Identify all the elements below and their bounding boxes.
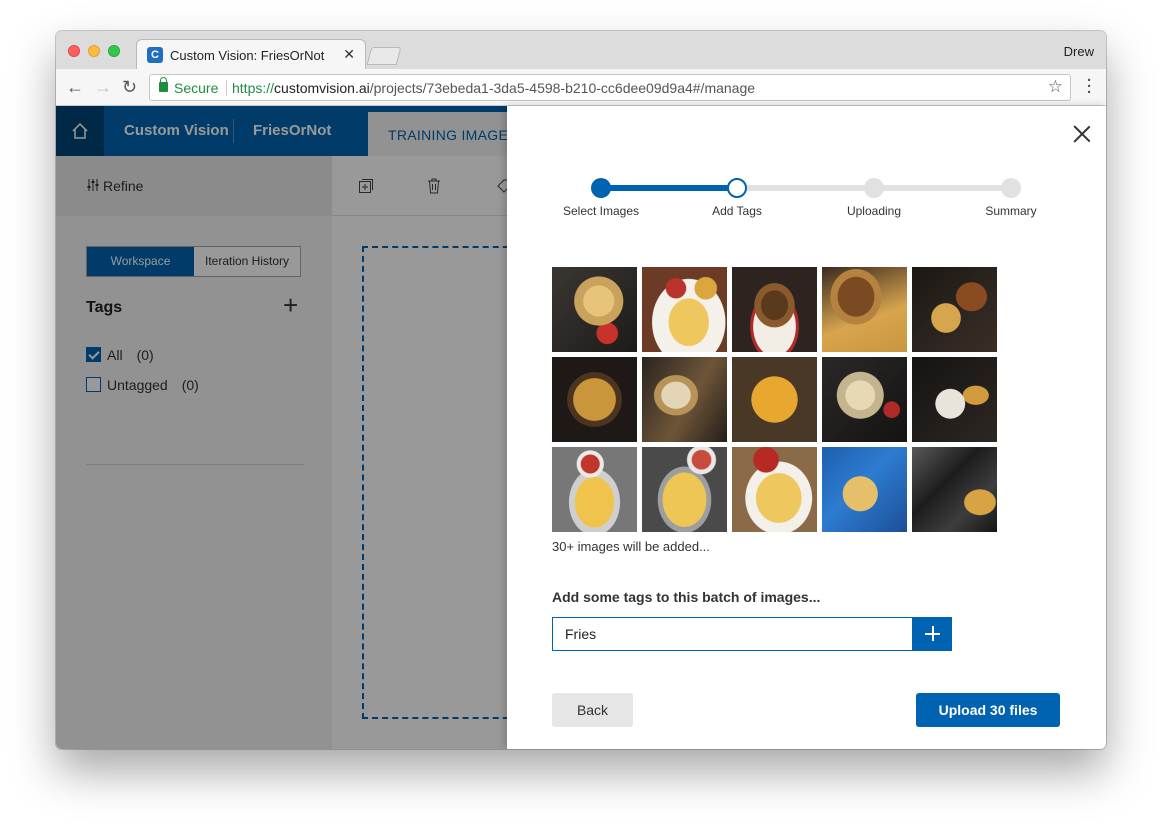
browser-window: C Custom Vision: FriesOrNot ✕ Drew ← → ↻… [56, 31, 1106, 749]
food-photo-thumbnail [822, 447, 907, 532]
food-photo-thumbnail [732, 357, 817, 442]
food-photo-thumbnail [822, 357, 907, 442]
profile-name[interactable]: Drew [1064, 44, 1094, 59]
add-images-dialog: Select Images Add Tags Uploading Summary… [507, 106, 1106, 749]
tag-prompt-label: Add some tags to this batch of images... [552, 589, 821, 605]
close-window-button[interactable] [68, 45, 80, 57]
zoom-window-button[interactable] [108, 45, 120, 57]
add-tag-button[interactable] [913, 617, 952, 651]
url-protocol: https:// [232, 80, 275, 96]
food-photo-thumbnail [642, 357, 727, 442]
url-text[interactable]: https://customvision.ai/projects/73ebeda… [232, 80, 755, 96]
food-photo-thumbnail [552, 447, 637, 532]
browser-toolbar: ← → ↻ Secure https://customvision.ai/pro… [56, 69, 1106, 106]
tab-close-icon[interactable]: ✕ [343, 46, 355, 63]
custom-vision-favicon-icon: C [147, 47, 163, 63]
browser-tab[interactable]: C Custom Vision: FriesOrNot ✕ [136, 39, 366, 69]
minimize-window-button[interactable] [88, 45, 100, 57]
step-select-images-dot [591, 178, 611, 198]
back-arrow-icon[interactable]: ← [66, 77, 84, 97]
secure-label: Secure [174, 80, 219, 96]
food-photo-thumbnail [642, 447, 727, 532]
step-label-select-images: Select Images [562, 204, 640, 218]
food-photo-thumbnail [642, 267, 727, 352]
step-label-add-tags: Add Tags [712, 204, 762, 218]
upload-files-button[interactable]: Upload 30 files [916, 693, 1060, 727]
tag-input[interactable] [552, 617, 913, 651]
address-divider [226, 80, 227, 96]
forward-arrow-icon[interactable]: → [94, 77, 112, 97]
tab-strip: C Custom Vision: FriesOrNot ✕ Drew [56, 31, 1106, 69]
step-label-uploading: Uploading [846, 204, 902, 218]
step-label-summary: Summary [985, 204, 1037, 218]
reload-icon[interactable]: ↻ [122, 77, 137, 97]
custom-vision-app: Custom Vision FriesOrNot TRAINING IMAGES… [56, 106, 1106, 749]
dialog-close-icon[interactable] [1073, 125, 1091, 143]
food-photo-thumbnail [912, 447, 997, 532]
tab-title: Custom Vision: FriesOrNot [170, 48, 325, 63]
food-photo-thumbnail [552, 267, 637, 352]
stepper-progress [601, 185, 737, 191]
url-path: /projects/73ebeda1-3da5-4598-b210-cc6dee… [369, 80, 756, 96]
food-photo-thumbnail [732, 267, 817, 352]
back-button[interactable]: Back [552, 693, 633, 727]
bookmark-star-icon[interactable]: ☆ [1048, 77, 1063, 97]
food-photo-thumbnail [552, 357, 637, 442]
browser-menu-icon[interactable]: · · · [1087, 73, 1092, 100]
address-bar[interactable]: Secure https://customvision.ai/projects/… [149, 74, 1071, 101]
step-uploading-dot [864, 178, 884, 198]
food-photo-thumbnail [822, 267, 907, 352]
image-thumbnail-grid [552, 267, 1002, 537]
new-tab-button[interactable] [366, 47, 402, 65]
images-added-caption: 30+ images will be added... [552, 539, 710, 554]
upload-stepper: Select Images Add Tags Uploading Summary [507, 176, 1106, 226]
food-photo-thumbnail [912, 357, 997, 442]
food-photo-thumbnail [912, 267, 997, 352]
url-host: customvision.ai [274, 80, 370, 96]
lock-icon [159, 77, 168, 92]
food-photo-thumbnail [732, 447, 817, 532]
step-summary-dot [1001, 178, 1021, 198]
step-add-tags-dot [727, 178, 747, 198]
